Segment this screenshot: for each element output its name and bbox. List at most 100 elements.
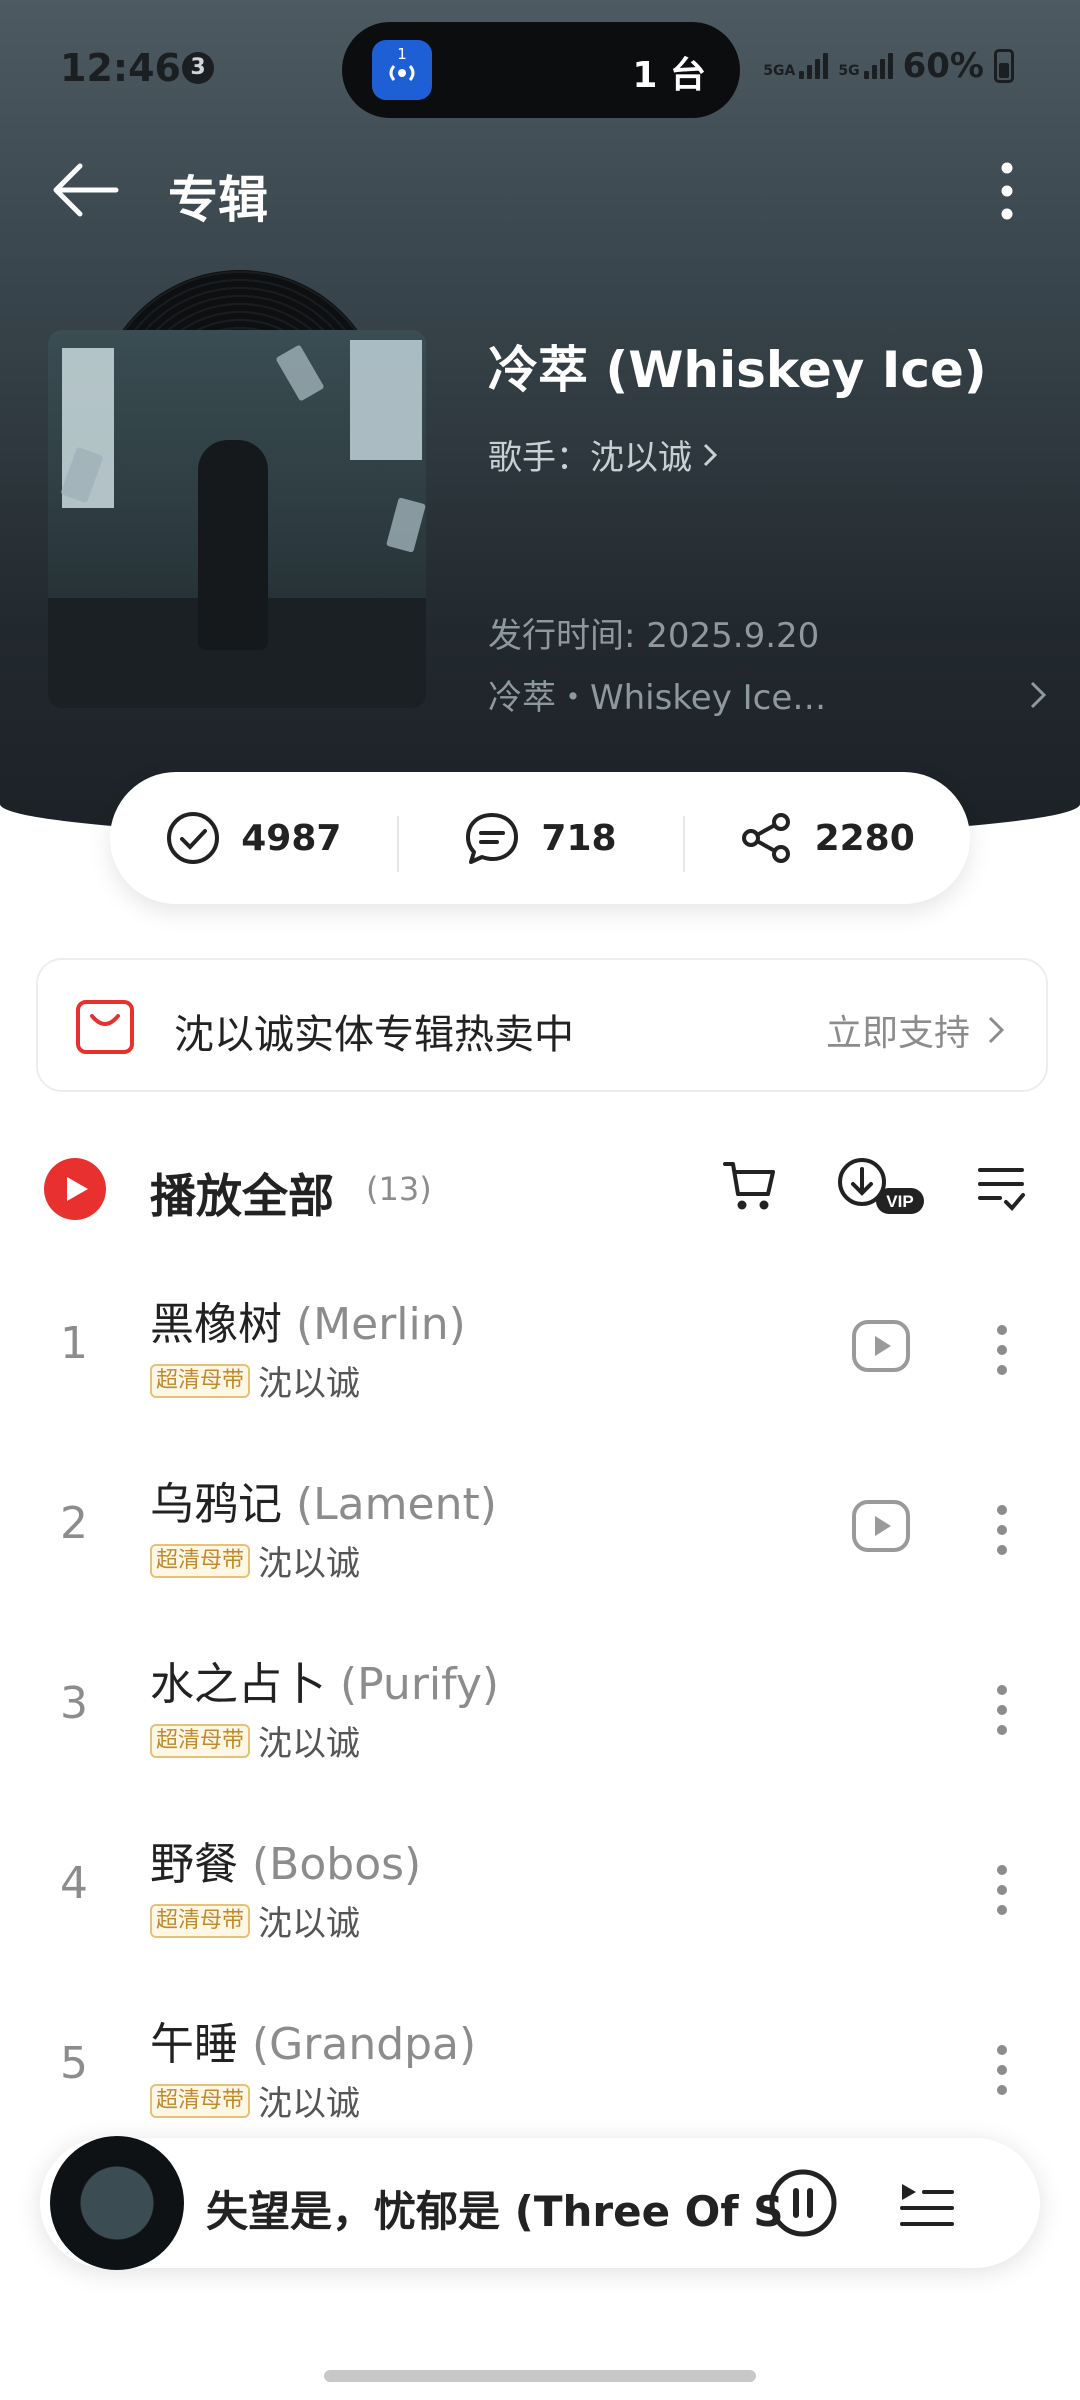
support-now-link[interactable]: 立即支持 [826, 1004, 1006, 1056]
track-artist: 沈以诚 [258, 1904, 361, 1944]
track-meta: 超清母带 沈以诚 [150, 1716, 360, 1765]
track-title-main: 野餐 [150, 1839, 238, 1890]
play-all-button[interactable] [44, 1158, 106, 1220]
home-indicator[interactable] [324, 2370, 756, 2382]
collect-count: 4987 [241, 817, 342, 859]
battery-icon [994, 49, 1014, 83]
track-row[interactable]: 3 水之占卜 (Purify) 超清母带 沈以诚 [0, 1628, 1080, 1808]
mv-play-icon[interactable] [850, 1496, 912, 1556]
network-2-label: 5G [838, 63, 860, 79]
cart-icon[interactable] [722, 1158, 778, 1214]
check-circle-icon [167, 812, 220, 864]
share-button[interactable]: 2280 [683, 810, 970, 872]
album-name: 冷萃 (Whiskey Ice) [488, 341, 987, 399]
network-1-label: 5GA [763, 63, 796, 79]
status-right-group: 5GA 5G 60% [763, 46, 1014, 86]
page-title: 专辑 [168, 171, 268, 229]
shopping-bag-icon [76, 1000, 134, 1054]
more-vertical-icon[interactable] [985, 156, 1029, 226]
merch-banner[interactable]: 沈以诚实体专辑热卖中 立即支持 [36, 958, 1048, 1092]
release-date: 发行时间: 2025.9.20 [488, 616, 820, 656]
dynamic-island[interactable]: 1 1 台 [342, 22, 740, 118]
album-description-link[interactable]: 冷萃・Whiskey Ice… [488, 670, 1048, 719]
track-artist: 沈以诚 [258, 1544, 361, 1584]
back-arrow-icon[interactable] [50, 160, 120, 220]
chevron-right-icon [988, 1016, 1005, 1044]
battery-percent: 60% [902, 46, 984, 86]
artist-link[interactable]: 歌手：沈以诚 [488, 430, 720, 479]
share-icon [741, 813, 790, 863]
signal-2-icon: 5G [838, 53, 893, 79]
download-vip-icon[interactable]: VIP [836, 1156, 928, 1216]
quality-badge: 超清母带 [150, 1723, 251, 1758]
track-title: 黑橡树 (Merlin) [150, 1288, 466, 1352]
track-meta: 超清母带 沈以诚 [150, 1536, 360, 1585]
svg-text:VIP: VIP [886, 1192, 913, 1211]
track-number: 2 [60, 1498, 88, 1549]
track-artist: 沈以诚 [258, 1724, 361, 1764]
broadcast-app-icon: 1 [372, 40, 432, 100]
mv-play-icon[interactable] [850, 1316, 912, 1376]
more-vertical-icon[interactable] [990, 1500, 1014, 1560]
track-title-sub: (Merlin) [296, 1299, 466, 1350]
multi-select-icon[interactable] [976, 1162, 1026, 1214]
broadcast-waves-icon [389, 65, 415, 81]
merch-banner-text: 沈以诚实体专辑热卖中 [174, 1012, 574, 1058]
comment-button[interactable]: 718 [396, 810, 684, 872]
track-number: 3 [60, 1678, 88, 1729]
artist-label: 歌手：沈以诚 [488, 438, 692, 478]
track-count: (13) [366, 1170, 432, 1208]
track-title-sub: (Purify) [340, 1659, 500, 1710]
track-title-sub: (Lament) [296, 1479, 497, 1530]
track-number: 4 [60, 1858, 88, 1909]
track-title-main: 乌鸦记 [150, 1479, 282, 1530]
now-playing-title[interactable]: 失望是，忧郁是 (Three Of S [206, 2178, 786, 2239]
track-title-main: 午睡 [150, 2019, 238, 2070]
track-meta: 超清母带 沈以诚 [150, 1356, 360, 1405]
track-row[interactable]: 4 野餐 (Bobos) 超清母带 沈以诚 [0, 1808, 1080, 1988]
playlist-icon[interactable] [898, 2176, 954, 2230]
track-title: 午睡 (Grandpa) [150, 2008, 476, 2072]
more-vertical-icon[interactable] [990, 1860, 1014, 1920]
notification-count-badge: 3 [182, 52, 214, 84]
quality-badge: 超清母带 [150, 1903, 251, 1938]
more-vertical-icon[interactable] [990, 1680, 1014, 1740]
quality-badge: 超清母带 [150, 1363, 251, 1398]
mini-player[interactable]: 失望是，忧郁是 (Three Of S [40, 2136, 1040, 2270]
quality-badge: 超清母带 [150, 2083, 251, 2118]
track-artist: 沈以诚 [258, 2084, 361, 2124]
track-title-sub: (Bobos) [252, 1839, 422, 1890]
track-number: 5 [60, 2038, 88, 2089]
mini-player-disc[interactable] [50, 2136, 184, 2270]
track-artist: 沈以诚 [258, 1364, 361, 1404]
track-title-sub: (Grandpa) [252, 2019, 477, 2070]
play-all-label[interactable]: 播放全部 [150, 1160, 334, 1226]
more-vertical-icon[interactable] [990, 1320, 1014, 1380]
play-icon [67, 1177, 88, 1201]
pause-icon[interactable] [768, 2168, 838, 2238]
album-stats-card: 4987 718 2280 [110, 772, 970, 904]
chevron-right-icon [703, 443, 718, 466]
support-now-label: 立即支持 [825, 1013, 970, 1054]
comment-icon [466, 813, 519, 864]
track-row[interactable]: 1 黑橡树 (Merlin) 超清母带 沈以诚 [0, 1268, 1080, 1448]
quality-badge: 超清母带 [150, 1543, 251, 1578]
track-title-main: 黑橡树 [150, 1299, 282, 1350]
album-description: 冷萃・Whiskey Ice… [488, 678, 827, 718]
chevron-right-icon [1030, 681, 1047, 708]
album-cover[interactable] [48, 330, 426, 708]
track-title: 水之占卜 (Purify) [150, 1648, 499, 1712]
track-row[interactable]: 2 乌鸦记 (Lament) 超清母带 沈以诚 [0, 1448, 1080, 1628]
track-meta: 超清母带 沈以诚 [150, 1896, 360, 1945]
status-time: 12:46 [60, 46, 181, 90]
more-vertical-icon[interactable] [990, 2040, 1014, 2100]
island-device-count: 1 台 [632, 55, 706, 96]
share-count: 2280 [814, 817, 915, 859]
track-meta: 超清母带 沈以诚 [150, 2076, 360, 2125]
track-title: 野餐 (Bobos) [150, 1828, 421, 1892]
collect-button[interactable]: 4987 [110, 810, 397, 866]
track-title-main: 水之占卜 [150, 1659, 326, 1710]
comment-count: 718 [541, 817, 617, 859]
signal-1-icon: 5GA [763, 53, 829, 79]
track-number: 1 [60, 1318, 88, 1369]
